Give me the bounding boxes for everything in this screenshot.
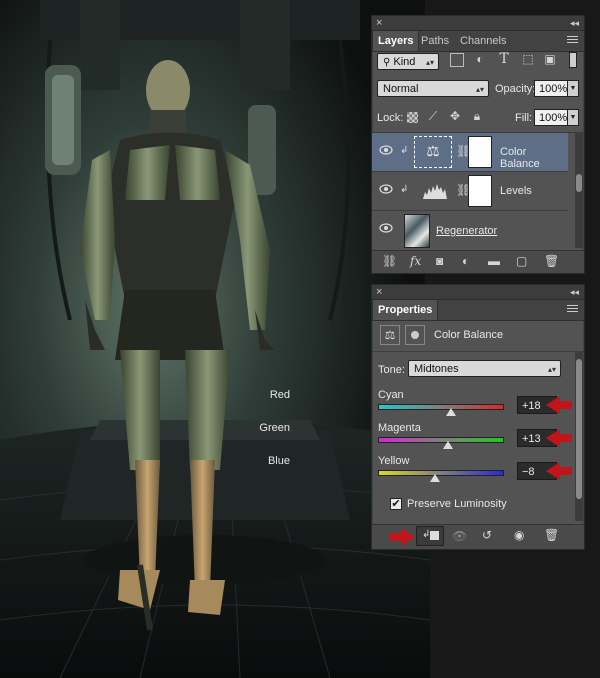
layer-mask-thumbnail[interactable] (468, 175, 492, 207)
trash-icon[interactable]: 🗑︎ (544, 528, 559, 542)
levels-histogram-icon (423, 184, 447, 199)
add-mask-icon[interactable]: ◙ (436, 254, 443, 268)
tab-channels[interactable]: Channels (455, 31, 511, 51)
fill-input[interactable]: 100% (534, 109, 568, 126)
scrollbar-thumb[interactable] (576, 174, 582, 192)
layers-list: ↲ ⚖ ⛓ Color Balance ↲ ⛓ Levels Regenerat… (372, 132, 576, 249)
preserve-luminosity-label[interactable]: Preserve Luminosity (407, 498, 507, 510)
properties-scrollbar[interactable] (575, 351, 583, 521)
collapse-icon[interactable]: ◂◂ (570, 285, 579, 299)
filter-smartobject-icon[interactable]: ▣ (542, 52, 558, 66)
layer-row-regenerator[interactable]: Regenerator (372, 211, 568, 249)
layers-panel-titlebar[interactable]: × ◂◂ (372, 16, 584, 31)
layer-row-levels[interactable]: ↲ ⛓ Levels (372, 172, 568, 211)
blend-mode-select[interactable]: Normal ▴▾ (377, 80, 489, 97)
slider-thumb[interactable] (443, 441, 454, 449)
properties-tabbar: Properties (372, 300, 584, 321)
opacity-input[interactable]: 100% (534, 80, 568, 97)
layers-panel: × ◂◂ Layers Paths Channels ⚲ Kind ▴▾ ◐ T… (371, 15, 585, 274)
new-layer-icon[interactable]: ▢ (516, 254, 527, 268)
close-icon[interactable]: × (376, 16, 382, 30)
slider-right-label: Blue (267, 455, 290, 467)
eye-icon[interactable] (379, 223, 393, 233)
search-icon: ⚲ (383, 57, 391, 68)
filter-kind-select[interactable]: ⚲ Kind ▴▾ (377, 53, 439, 70)
slider-left-label: Yellow (378, 455, 410, 467)
red-arrow-pointer-icon (546, 462, 572, 480)
chevron-updown-icon: ▴▾ (425, 58, 434, 67)
lock-transparent-icon[interactable] (407, 112, 418, 123)
red-arrow-pointer-icon (389, 528, 415, 546)
slider-thumb[interactable] (446, 408, 457, 416)
visibility-eye-icon[interactable]: ◉ (514, 528, 524, 542)
filter-adjustment-icon[interactable]: ◐ (472, 52, 488, 66)
tab-paths[interactable]: Paths (416, 31, 454, 51)
clip-to-layer-button[interactable]: ↲ (416, 526, 444, 546)
clip-arrow-icon: ↲ (400, 145, 409, 156)
regenerator-thumbnail (404, 214, 430, 248)
slider-right-label: Green (259, 422, 290, 434)
new-group-folder-icon[interactable]: ▬ (488, 254, 500, 268)
slider-right-label: Red (269, 389, 290, 401)
slider-track[interactable] (378, 404, 504, 410)
filter-toggle[interactable] (569, 52, 577, 68)
filter-shape-icon[interactable]: ⬚ (520, 52, 536, 66)
eye-icon[interactable] (379, 145, 393, 155)
filter-type-icon[interactable]: T (496, 51, 512, 67)
properties-panel-titlebar[interactable]: × ◂◂ (372, 285, 584, 300)
fill-label: Fill: (515, 112, 533, 124)
slider-left-label: Cyan (378, 389, 404, 401)
close-icon[interactable]: × (376, 285, 382, 299)
properties-panel: × ◂◂ Properties ⚖ Color Balance Tone: Mi… (259, 284, 585, 550)
layers-tabbar: Layers Paths Channels (372, 31, 584, 52)
scrollbar-thumb[interactable] (576, 359, 582, 499)
clip-arrow-icon: ↲ (400, 184, 409, 195)
lock-brush-icon[interactable]: ⟋ (426, 109, 440, 124)
panel-menu-icon[interactable] (567, 305, 578, 314)
color-balance-icon: ⚖ (380, 325, 400, 345)
trash-icon[interactable]: 🗑︎ (544, 254, 559, 268)
lock-all-icon[interactable]: 🔒︎ (470, 109, 484, 124)
filter-pixel-icon[interactable] (450, 53, 464, 67)
tone-select[interactable]: Midtones ▴▾ (408, 360, 561, 377)
layer-mask-thumbnail[interactable] (468, 136, 492, 168)
mask-icon[interactable] (405, 325, 425, 345)
red-arrow-pointer-icon (546, 429, 572, 447)
adjustment-header: ⚖ Color Balance (372, 321, 584, 352)
reset-icon[interactable]: ↺ (482, 528, 492, 542)
properties-footer: ↲ 👁︎ ↺ ◉ 🗑︎ (372, 524, 584, 549)
collapse-icon[interactable]: ◂◂ (570, 16, 579, 30)
layer-name[interactable]: Regenerator (436, 225, 497, 237)
color-balance-thumbnail: ⚖ (414, 136, 452, 168)
slider-left-label: Magenta (378, 422, 421, 434)
layer-name[interactable]: Levels (500, 185, 532, 197)
chevron-updown-icon: ▴▾ (547, 365, 556, 374)
panel-menu-icon[interactable] (567, 36, 578, 45)
opacity-label: Opacity: (495, 83, 536, 95)
fx-icon[interactable]: fx (410, 254, 421, 268)
slider-track[interactable] (378, 437, 504, 443)
adjustment-title: Color Balance (434, 329, 504, 341)
fill-dropdown-button[interactable]: ▼ (567, 109, 579, 126)
lock-move-icon[interactable]: ✥ (448, 109, 462, 123)
slider-track[interactable] (378, 470, 504, 476)
eye-icon[interactable] (379, 184, 393, 194)
layer-row-color-balance[interactable]: ↲ ⚖ ⛓ Color Balance (372, 133, 568, 172)
red-arrow-pointer-icon (546, 396, 572, 414)
link-layers-icon[interactable]: ⛓ (382, 254, 397, 268)
layers-footer: ⛓ fx ◙ ◐ ▬ ▢ 🗑︎ (372, 250, 584, 273)
new-adjustment-icon[interactable]: ◐ (462, 254, 469, 268)
tab-layers[interactable]: Layers (372, 31, 420, 51)
layer-name[interactable]: Color Balance (500, 146, 568, 170)
chevron-updown-icon: ▴▾ (475, 85, 484, 94)
tone-label: Tone: (378, 364, 405, 376)
view-previous-state-icon[interactable]: 👁︎ (452, 529, 467, 543)
preserve-luminosity-checkbox[interactable]: ✔ (390, 498, 402, 510)
lock-label: Lock: (377, 112, 404, 124)
tab-properties[interactable]: Properties (372, 300, 439, 320)
slider-thumb[interactable] (430, 474, 441, 482)
opacity-dropdown-button[interactable]: ▼ (567, 80, 579, 97)
layers-scrollbar[interactable] (575, 132, 583, 248)
